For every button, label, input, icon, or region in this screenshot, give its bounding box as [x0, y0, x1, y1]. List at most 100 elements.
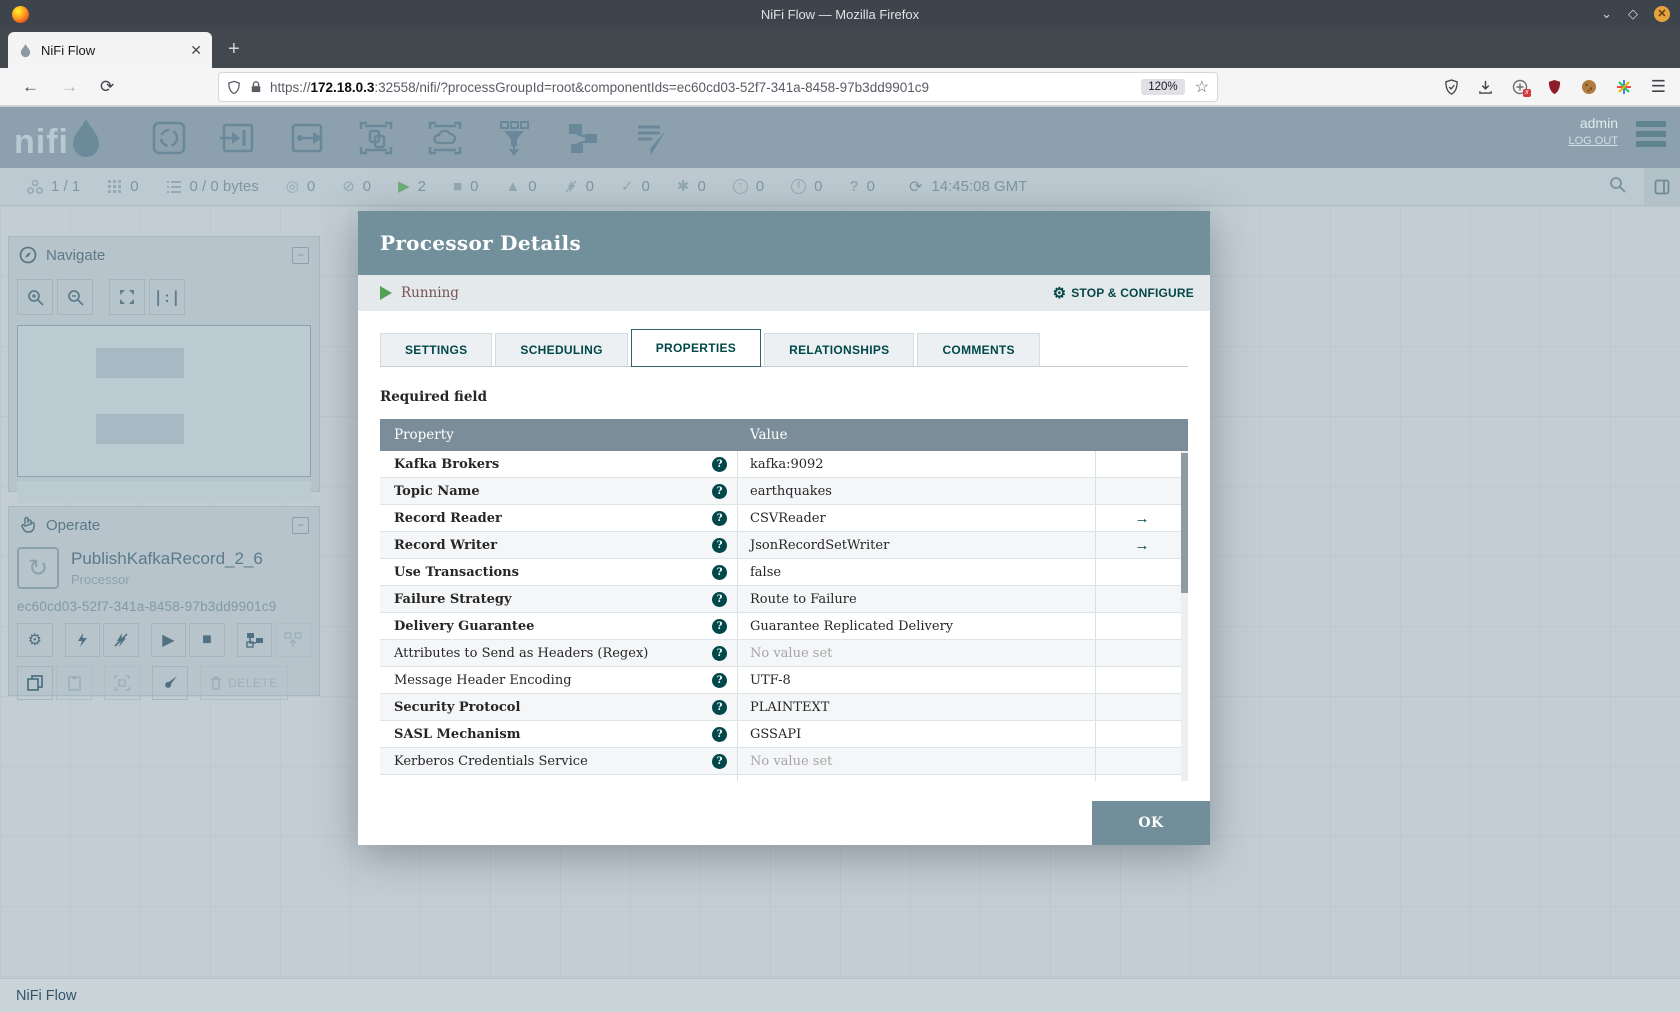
- tab-properties[interactable]: PROPERTIES: [630, 329, 762, 367]
- disable-button[interactable]: [103, 623, 139, 657]
- remote-process-group-icon[interactable]: [425, 118, 465, 158]
- lock-icon[interactable]: [250, 80, 262, 94]
- birdseye-map[interactable]: [17, 325, 311, 477]
- input-port-icon[interactable]: [218, 118, 258, 158]
- logout-link[interactable]: LOG OUT: [1568, 135, 1618, 147]
- stop-button[interactable]: ■: [189, 623, 225, 657]
- property-value[interactable]: Route to Failure: [737, 586, 1095, 612]
- new-tab-button[interactable]: +: [228, 38, 240, 60]
- search-icon[interactable]: [1609, 176, 1626, 198]
- property-row[interactable]: SASL Mechanism? GSSAPI: [380, 721, 1188, 748]
- property-row[interactable]: Use Transactions? false: [380, 559, 1188, 586]
- help-icon[interactable]: ?: [712, 537, 727, 553]
- property-value[interactable]: JsonRecordSetWriter: [737, 532, 1095, 558]
- go-to-service-arrow[interactable]: →: [1095, 505, 1188, 531]
- label-icon[interactable]: [632, 118, 672, 158]
- property-row[interactable]: Attributes to Send as Headers (Regex)? No…: [380, 640, 1188, 667]
- configure-button[interactable]: ⚙: [17, 623, 53, 657]
- property-row[interactable]: Topic Name? earthquakes: [380, 478, 1188, 505]
- collapse-icon[interactable]: −: [292, 516, 309, 534]
- help-icon[interactable]: ?: [712, 726, 727, 742]
- download-icon[interactable]: [1478, 79, 1493, 95]
- property-value[interactable]: GSSAPI: [737, 721, 1095, 747]
- tab-scheduling[interactable]: SCHEDULING: [495, 333, 628, 366]
- global-menu-icon[interactable]: [1636, 121, 1666, 147]
- cookie-icon[interactable]: [1581, 79, 1597, 95]
- refresh-icon[interactable]: ⟳: [909, 177, 922, 197]
- copy-button[interactable]: [17, 666, 53, 700]
- collapse-icon[interactable]: −: [292, 246, 309, 264]
- property-row[interactable]: Security Protocol? PLAINTEXT: [380, 694, 1188, 721]
- tab-relationships[interactable]: RELATIONSHIPS: [764, 333, 915, 366]
- property-value[interactable]: CSVReader: [737, 505, 1095, 531]
- help-icon[interactable]: ?: [712, 591, 727, 607]
- processor-icon[interactable]: [149, 118, 189, 158]
- breadcrumb[interactable]: NiFi Flow: [16, 988, 76, 1004]
- table-scrollbar[interactable]: [1181, 451, 1188, 781]
- help-icon[interactable]: ?: [712, 456, 727, 472]
- process-group-icon[interactable]: [356, 118, 396, 158]
- extension-icon[interactable]: x: [1512, 79, 1531, 97]
- property-value[interactable]: No value set: [737, 775, 1095, 781]
- property-value[interactable]: PLAINTEXT: [737, 694, 1095, 720]
- zoom-out-button[interactable]: [57, 279, 93, 315]
- reload-button[interactable]: ⟳: [100, 77, 114, 97]
- save-flow-version-button[interactable]: [236, 623, 273, 657]
- zoom-actual-size-button[interactable]: ❘:❘: [149, 279, 185, 315]
- close-icon[interactable]: ✕: [1654, 6, 1670, 22]
- go-to-service-arrow[interactable]: →: [1095, 532, 1188, 558]
- browser-menu-icon[interactable]: ☰: [1651, 77, 1666, 97]
- property-value[interactable]: No value set: [737, 640, 1095, 666]
- maximize-icon[interactable]: ◇: [1628, 6, 1638, 22]
- output-port-icon[interactable]: [287, 118, 327, 158]
- shield-icon[interactable]: [227, 80, 241, 95]
- property-row[interactable]: Record Reader? CSVReader →: [380, 505, 1188, 532]
- help-icon[interactable]: ?: [712, 780, 727, 781]
- property-row[interactable]: Delivery Guarantee? Guarantee Replicated …: [380, 613, 1188, 640]
- help-icon[interactable]: ?: [712, 483, 727, 499]
- zoom-fit-button[interactable]: [109, 279, 145, 315]
- minimize-icon[interactable]: ⌄: [1601, 6, 1612, 22]
- help-icon[interactable]: ?: [712, 645, 727, 661]
- help-icon[interactable]: ?: [712, 699, 727, 715]
- property-row[interactable]: Kerberos Service Name? No value set: [380, 775, 1188, 781]
- browser-tab[interactable]: NiFi Flow ✕: [8, 32, 212, 68]
- back-button[interactable]: ←: [22, 77, 39, 97]
- start-button[interactable]: ▶: [150, 623, 187, 657]
- help-icon[interactable]: ?: [712, 753, 727, 769]
- bookmark-star-icon[interactable]: ☆: [1195, 77, 1209, 97]
- help-icon[interactable]: ?: [712, 510, 727, 526]
- zoom-in-button[interactable]: [17, 279, 53, 315]
- property-value[interactable]: Guarantee Replicated Delivery: [737, 613, 1095, 639]
- forward-button[interactable]: →: [61, 77, 78, 97]
- property-row[interactable]: Failure Strategy? Route to Failure: [380, 586, 1188, 613]
- help-icon[interactable]: ?: [712, 564, 727, 580]
- change-color-button[interactable]: [152, 666, 188, 700]
- funnel-icon[interactable]: [494, 118, 534, 158]
- ok-button[interactable]: OK: [1092, 801, 1210, 845]
- ublock-icon[interactable]: [1547, 79, 1562, 95]
- enable-button[interactable]: [64, 623, 101, 657]
- property-value[interactable]: false: [737, 559, 1095, 585]
- property-row[interactable]: Record Writer? JsonRecordSetWriter →: [380, 532, 1188, 559]
- property-value[interactable]: UTF-8: [737, 667, 1095, 693]
- zoom-level-badge[interactable]: 120%: [1141, 79, 1185, 95]
- scrollbar-thumb[interactable]: [1181, 453, 1188, 593]
- protections-shield-icon[interactable]: [1444, 79, 1459, 95]
- template-icon[interactable]: [563, 118, 603, 158]
- property-value[interactable]: No value set: [737, 748, 1095, 774]
- url-bar[interactable]: https://172.18.0.3:32558/nifi/?processGr…: [218, 72, 1218, 102]
- property-row[interactable]: Kerberos Credentials Service? No value se…: [380, 748, 1188, 775]
- help-icon[interactable]: ?: [712, 618, 727, 634]
- settings-panel-button[interactable]: [1644, 168, 1680, 205]
- help-icon[interactable]: ?: [712, 672, 727, 688]
- property-value[interactable]: earthquakes: [737, 478, 1095, 504]
- tab-settings[interactable]: SETTINGS: [380, 333, 493, 366]
- sparkle-extension-icon[interactable]: [1616, 79, 1632, 95]
- property-value[interactable]: kafka:9092: [737, 451, 1095, 477]
- stop-and-configure-button[interactable]: ⚙ STOP & CONFIGURE: [1053, 284, 1194, 302]
- property-row[interactable]: Kafka Brokers? kafka:9092: [380, 451, 1188, 478]
- property-row[interactable]: Message Header Encoding? UTF-8: [380, 667, 1188, 694]
- tab-comments[interactable]: COMMENTS: [917, 333, 1040, 366]
- tab-close-icon[interactable]: ✕: [190, 42, 202, 59]
